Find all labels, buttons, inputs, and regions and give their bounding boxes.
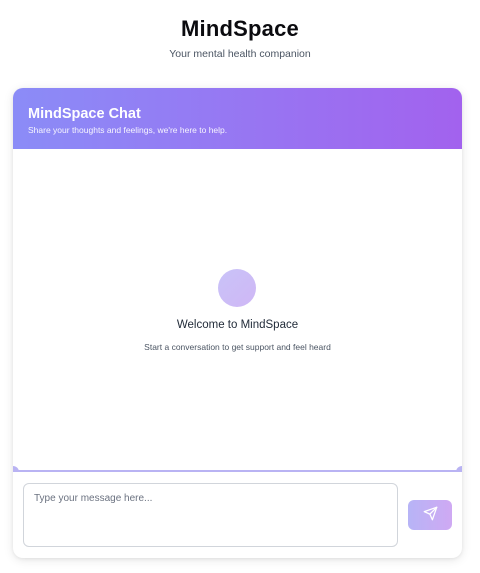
app-title: MindSpace xyxy=(181,16,299,41)
chat-messages-area[interactable]: Welcome to MindSpace Start a conversatio… xyxy=(13,149,462,472)
welcome-text: Start a conversation to get support and … xyxy=(144,342,331,352)
app-header: MindSpace Your mental health companion xyxy=(0,0,480,60)
chat-card: MindSpace Chat Share your thoughts and f… xyxy=(13,88,462,558)
chat-header: MindSpace Chat Share your thoughts and f… xyxy=(13,88,462,149)
welcome-avatar xyxy=(218,269,256,307)
welcome-title: Welcome to MindSpace xyxy=(176,319,299,331)
chat-title: MindSpace Chat xyxy=(28,106,141,122)
chat-description: Share your thoughts and feelings, we're … xyxy=(28,125,228,135)
message-input[interactable] xyxy=(23,483,398,547)
send-icon xyxy=(423,506,438,524)
app-subtitle: Your mental health companion xyxy=(169,48,311,60)
message-composer xyxy=(13,474,462,558)
send-button[interactable] xyxy=(408,500,452,530)
